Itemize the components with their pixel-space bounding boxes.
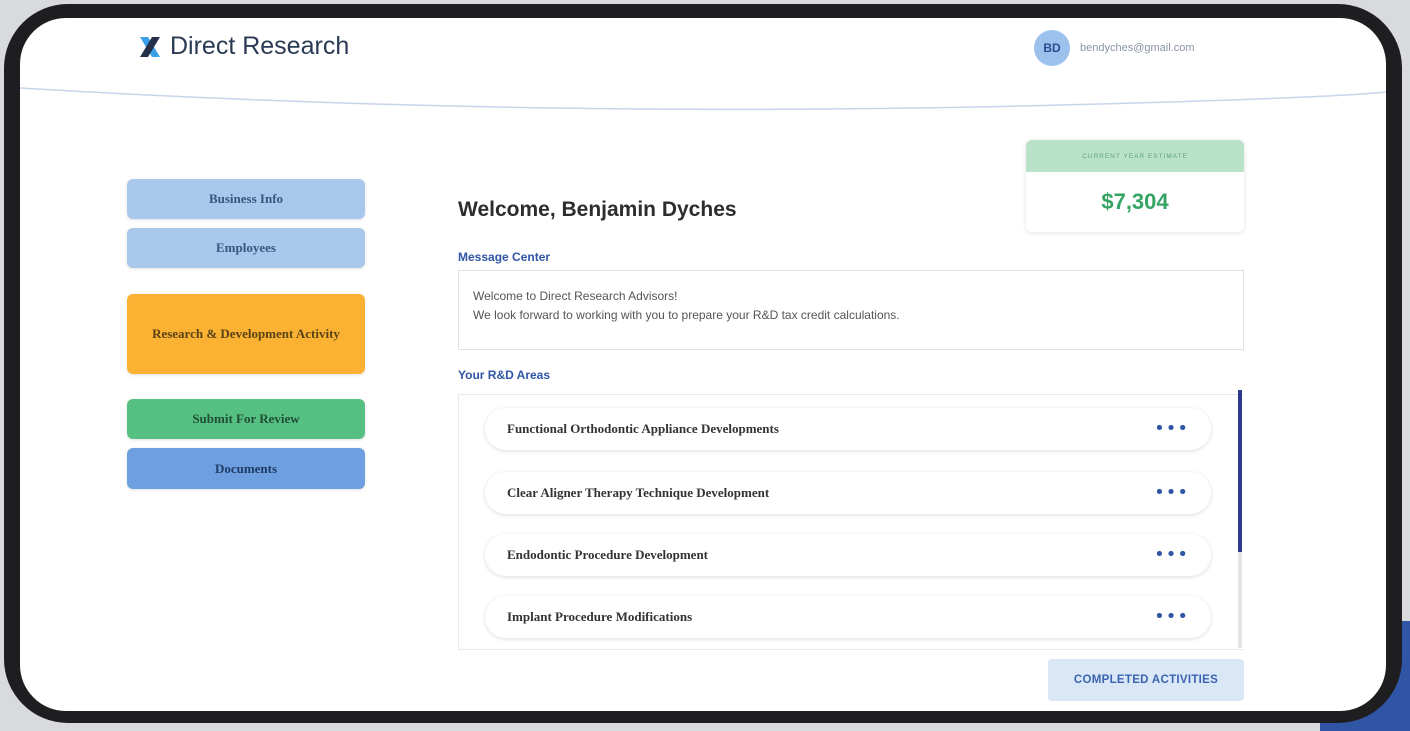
estimate-card: CURRENT YEAR ESTIMATE $7,304 [1026,140,1244,232]
sidebar-item-research-development[interactable]: Research & Development Activity [127,294,365,374]
rd-area-item[interactable]: Clear Aligner Therapy Technique Developm… [485,472,1211,514]
message-center-title: Message Center [458,250,551,264]
message-center-box: Welcome to Direct Research Advisors! We … [458,270,1244,350]
avatar[interactable]: BD [1034,30,1070,66]
completed-activities-button[interactable]: COMPLETED ACTIVITIES [1048,659,1244,701]
page-title: Welcome, Benjamin Dyches [458,198,737,221]
more-options-icon[interactable]: ••• [1154,484,1189,502]
rd-area-label: Functional Orthodontic Appliance Develop… [507,421,779,436]
rd-area-label: Clear Aligner Therapy Technique Developm… [507,485,770,500]
rd-areas-list: Functional Orthodontic Appliance Develop… [458,394,1244,650]
scrollbar-thumb[interactable] [1238,390,1242,552]
more-options-icon[interactable]: ••• [1154,608,1189,626]
app-screen: Direct Research BD bendyches@gmail.com B… [20,18,1386,711]
sidebar-item-business-info[interactable]: Business Info [127,179,365,219]
rd-area-label: Endodontic Procedure Development [507,547,709,562]
brand-logo[interactable]: Direct Research [138,32,349,61]
message-line: We look forward to working with you to p… [473,308,900,322]
sidebar-item-documents[interactable]: Documents [127,448,365,489]
sidebar-item-employees[interactable]: Employees [127,228,365,268]
estimate-value: $7,304 [1101,189,1169,214]
device-frame: Direct Research BD bendyches@gmail.com B… [4,4,1402,723]
x-logo-icon [140,36,160,57]
brand-name: Direct Research [170,32,350,60]
sidebar-item-submit-for-review[interactable]: Submit For Review [127,399,365,439]
rd-areas-title: Your R&D Areas [458,368,551,382]
rd-area-item[interactable]: Implant Procedure Modifications ••• [485,596,1211,638]
message-line: Welcome to Direct Research Advisors! [473,289,678,303]
user-email: bendyches@gmail.com [1080,42,1195,54]
more-options-icon[interactable]: ••• [1154,420,1189,438]
estimate-label: CURRENT YEAR ESTIMATE [1026,140,1244,172]
user-menu[interactable]: BD bendyches@gmail.com [1034,30,1195,66]
more-options-icon[interactable]: ••• [1154,546,1189,564]
rd-area-item[interactable]: Functional Orthodontic Appliance Develop… [485,408,1211,450]
rd-area-item[interactable]: Endodontic Procedure Development ••• [485,534,1211,576]
rd-area-label: Implant Procedure Modifications [507,609,693,624]
